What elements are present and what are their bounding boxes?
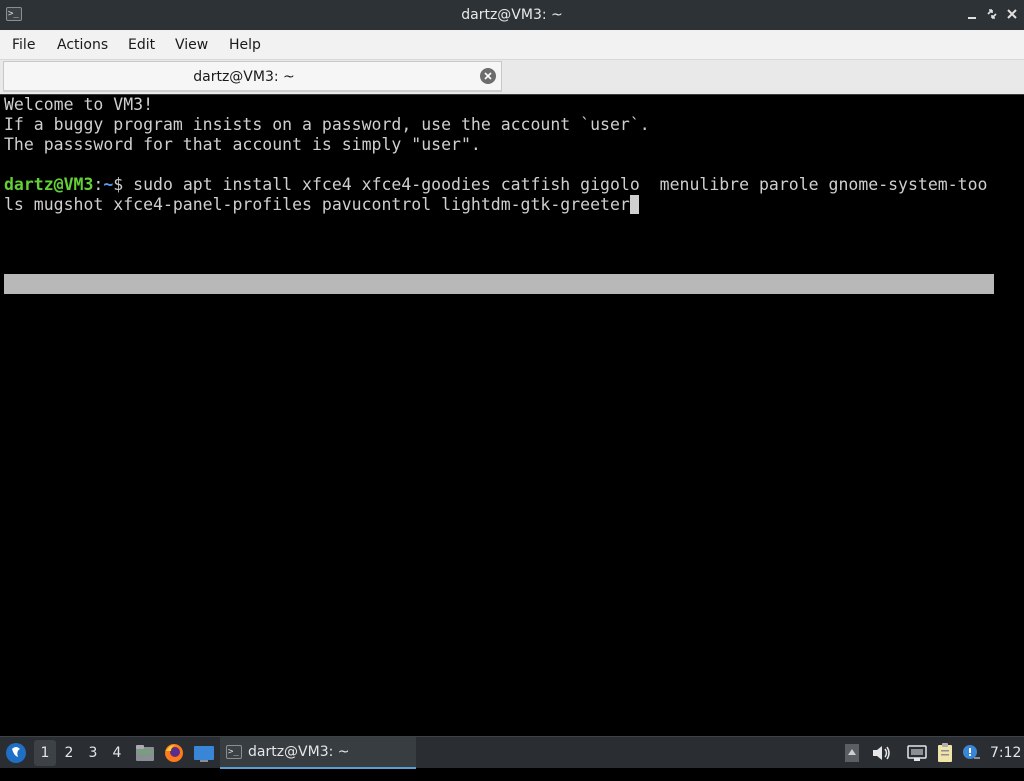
menu-actions[interactable]: Actions (57, 30, 108, 60)
clock[interactable]: 7:12 (990, 737, 1022, 769)
text-cursor (629, 195, 639, 214)
command-text: ls mugshot xfce4-panel-profiles pavucont… (4, 195, 630, 214)
workspace-1[interactable]: 1 (34, 740, 56, 766)
prompt-symbol: $ (113, 175, 134, 194)
restore-icon[interactable] (986, 8, 998, 20)
command-line-continued: ls mugshot xfce4-panel-profiles pavucont… (4, 195, 639, 215)
workspace-4[interactable]: 4 (106, 737, 128, 769)
menu-edit[interactable]: Edit (128, 30, 155, 60)
menubar: File Actions Edit View Help (0, 30, 1024, 60)
command-line: dartz@VM3:~$ sudo apt install xfce4 xfce… (4, 175, 987, 195)
command-text: sudo apt install xfce4 xfce4-goodies cat… (133, 175, 988, 194)
terminal-line: The passsword for that account is simply… (4, 135, 481, 154)
updates-icon[interactable] (960, 737, 982, 769)
terminal-area[interactable]: Welcome to VM3! If a buggy program insis… (0, 94, 1024, 736)
workspace-3[interactable]: 3 (82, 737, 104, 769)
minimize-icon[interactable] (966, 8, 978, 20)
task-label: dartz@VM3: ~ (248, 744, 350, 760)
scroll-up-icon[interactable] (844, 737, 860, 769)
close-window-icon[interactable] (1006, 8, 1018, 20)
window-titlebar[interactable]: >_ dartz@VM3: ~ (0, 0, 1024, 30)
clipboard-icon[interactable] (934, 737, 956, 769)
terminal-line: Welcome to VM3! (4, 95, 154, 114)
app-menu-icon[interactable] (4, 737, 30, 769)
prompt-path: ~ (103, 175, 114, 194)
menu-file[interactable]: File (12, 30, 35, 60)
terminal-icon: >_ (226, 745, 242, 759)
tab-indicator (3, 90, 502, 92)
menu-view[interactable]: View (175, 30, 208, 60)
prompt-separator: : (93, 175, 104, 194)
volume-icon[interactable] (870, 737, 892, 769)
prompt-user: dartz@VM3 (4, 175, 94, 194)
tab-terminal[interactable]: dartz@VM3: ~ (3, 61, 502, 91)
taskbar-task-terminal[interactable]: >_ dartz@VM3: ~ (220, 737, 416, 769)
file-manager-icon[interactable] (134, 737, 156, 769)
window-title: dartz@VM3: ~ (461, 7, 563, 23)
tab-label: dartz@VM3: ~ (193, 69, 295, 85)
selection-highlight (4, 274, 994, 294)
workspace-2[interactable]: 2 (58, 737, 80, 769)
menu-help[interactable]: Help (229, 30, 261, 60)
tab-bar: dartz@VM3: ~ (0, 60, 1024, 94)
firefox-icon[interactable] (163, 737, 185, 769)
taskbar: 1 2 3 4 >_ dartz@VM3: ~ 7:12 (0, 736, 1024, 769)
terminal-line: If a buggy program insists on a password… (4, 115, 650, 134)
desktop-icon[interactable] (192, 737, 216, 769)
network-icon[interactable] (906, 737, 928, 769)
close-icon[interactable] (480, 68, 496, 84)
